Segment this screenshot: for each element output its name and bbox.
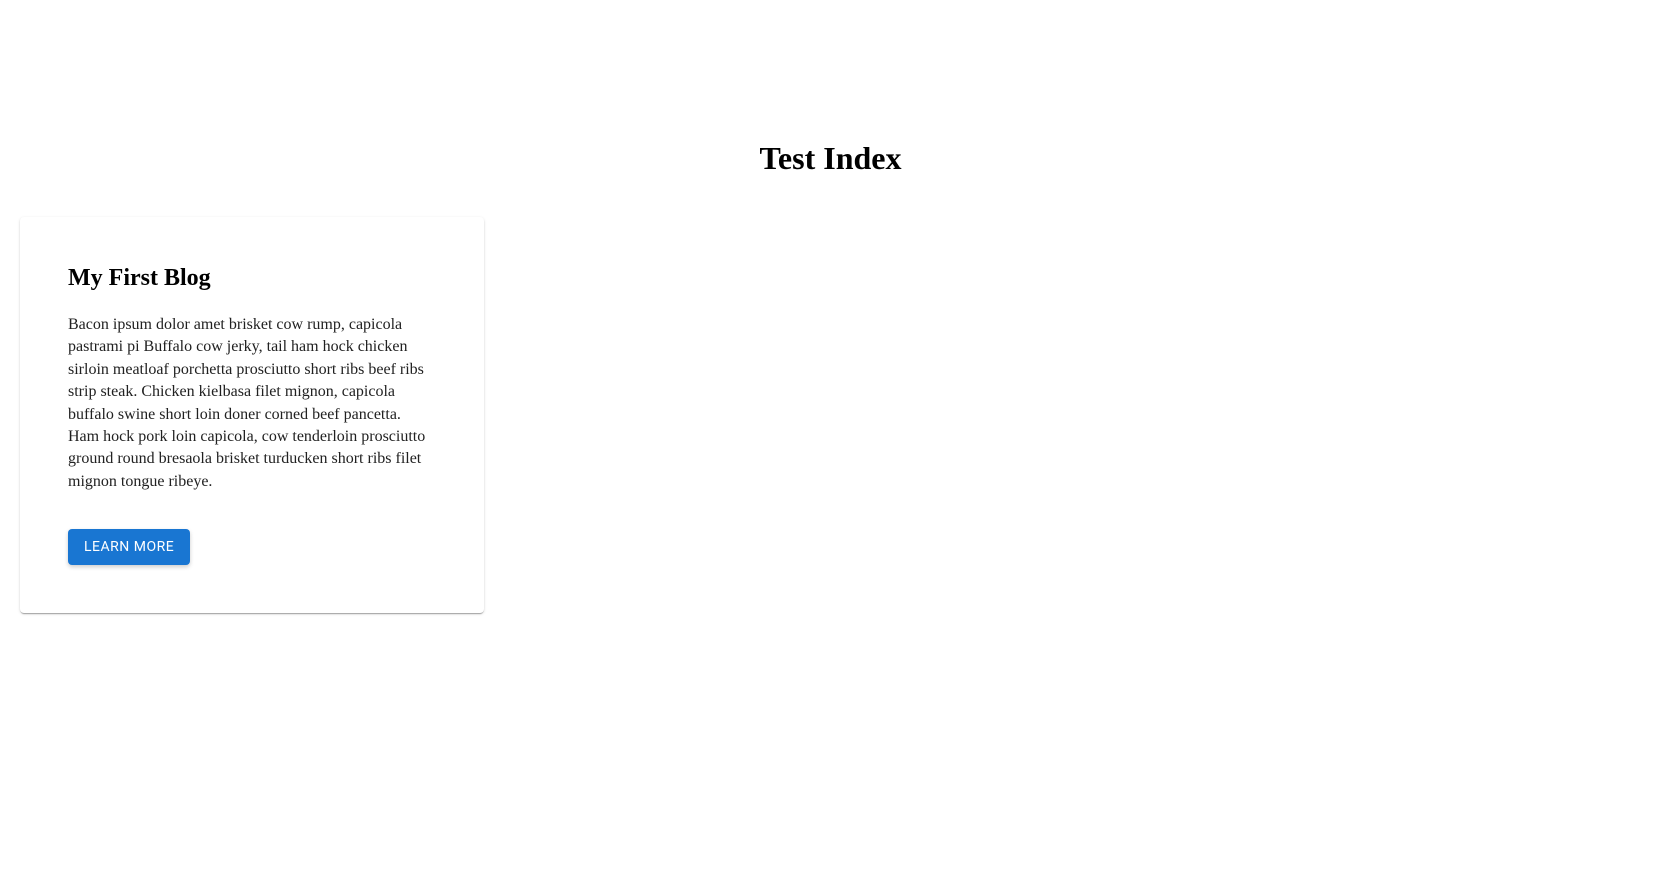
blog-card: My First Blog Bacon ipsum dolor amet bri…: [20, 217, 484, 613]
page-title: Test Index: [0, 0, 1661, 197]
card-container: My First Blog Bacon ipsum dolor amet bri…: [0, 197, 1661, 633]
card-description: Bacon ipsum dolor amet brisket cow rump,…: [68, 314, 436, 493]
card-title: My First Blog: [68, 265, 436, 292]
learn-more-button[interactable]: LEARN MORE: [68, 529, 190, 565]
